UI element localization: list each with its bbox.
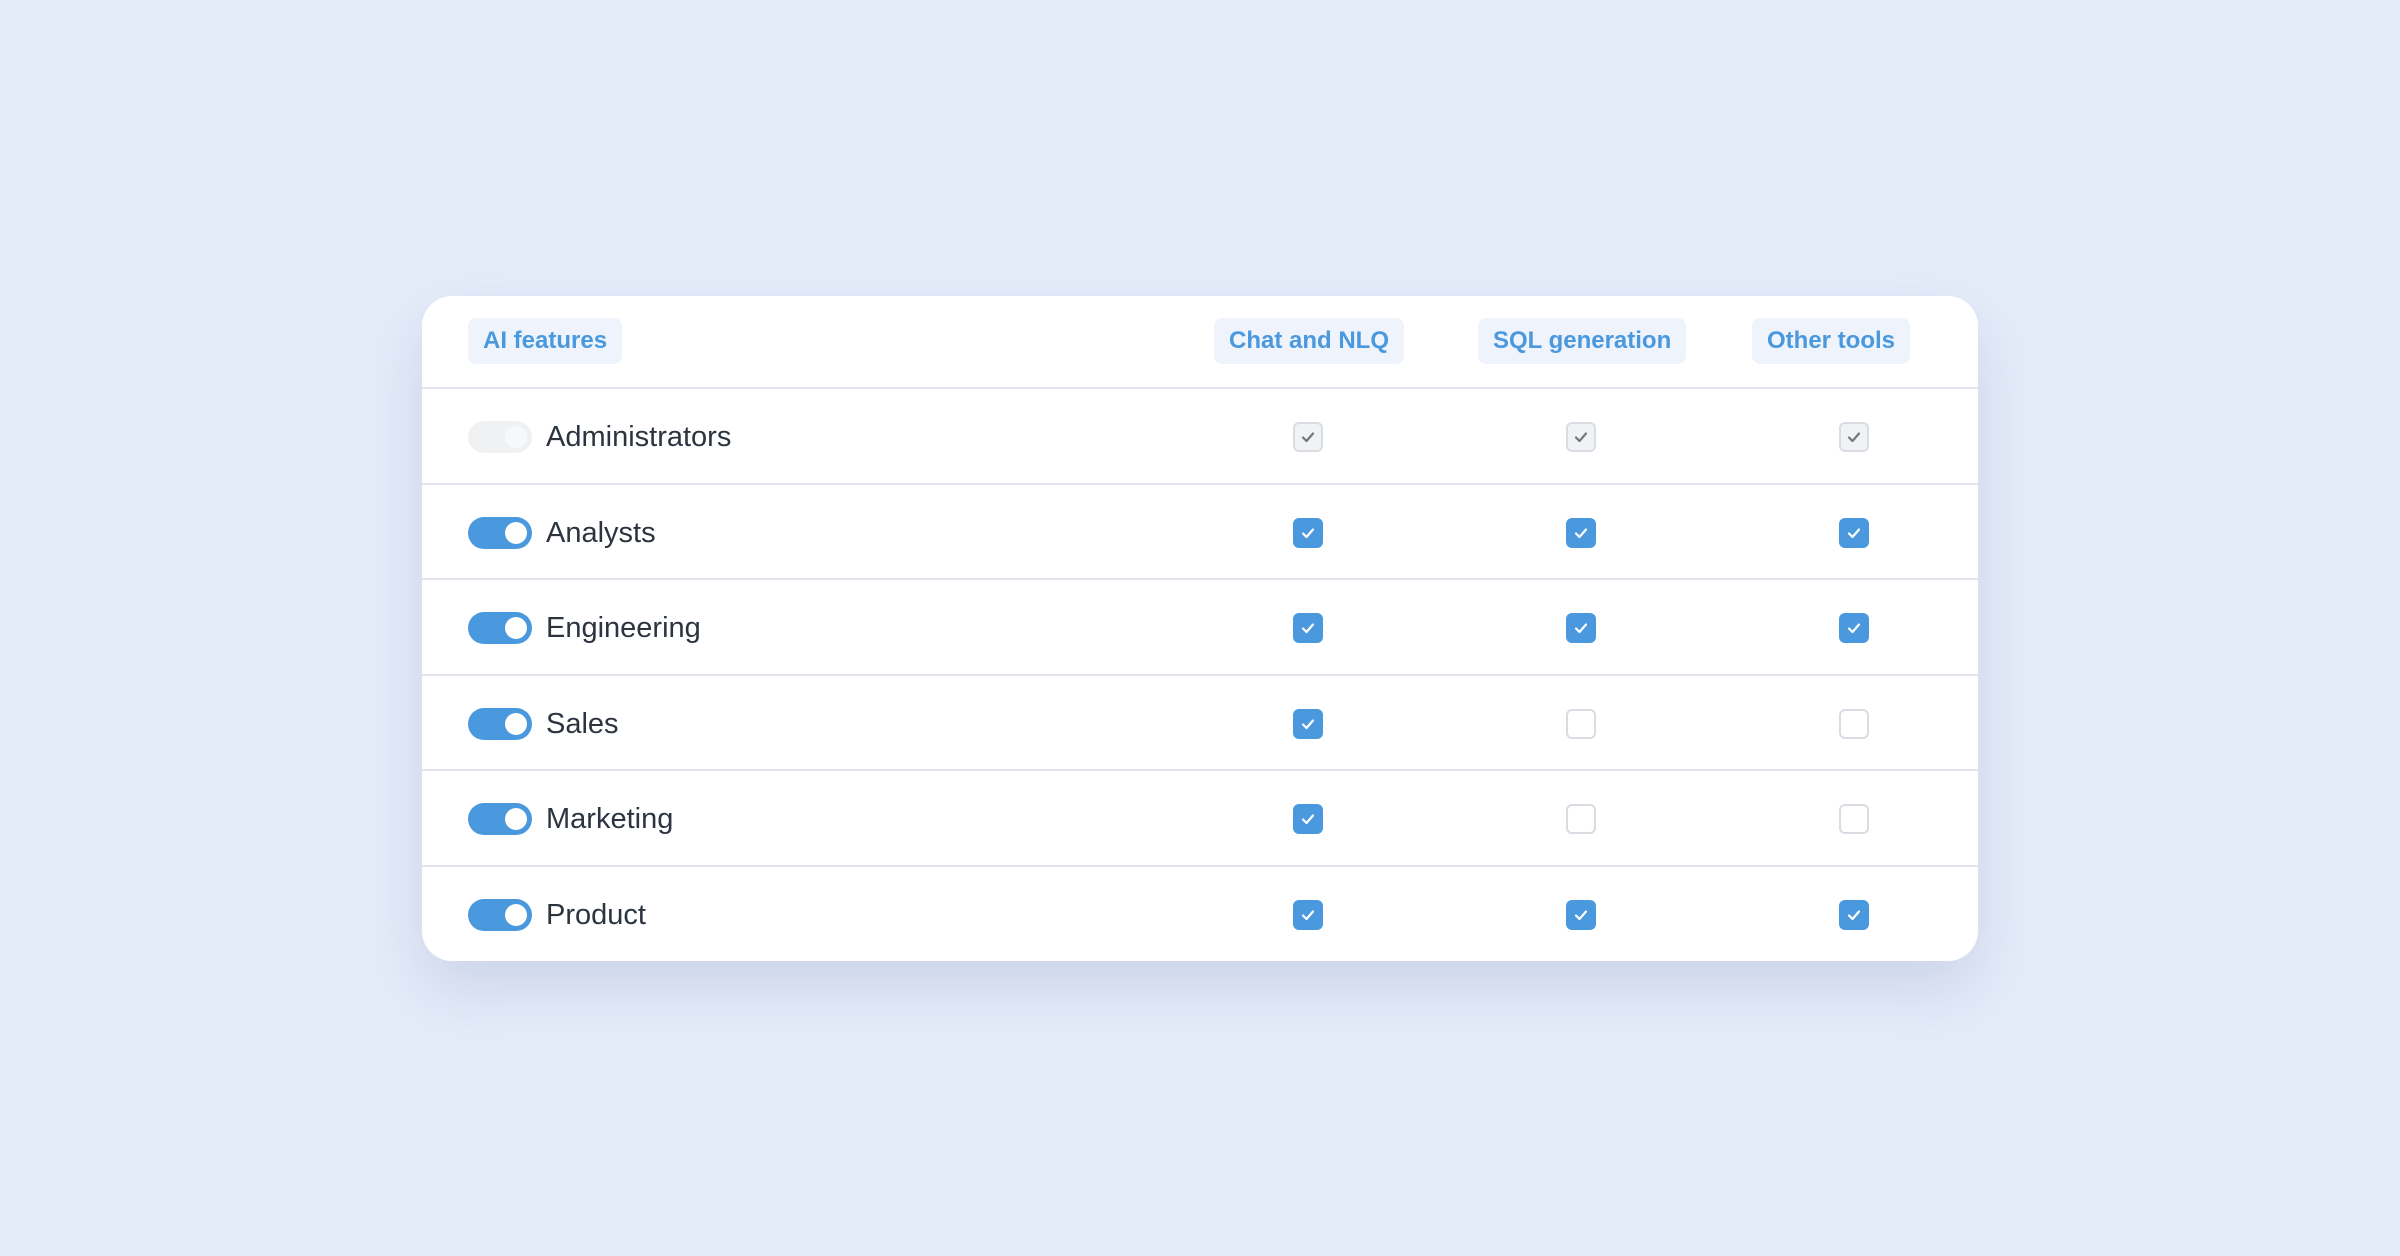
group-label: Product	[546, 898, 646, 931]
table-body: Administrators Analysts Engineering Sales Ma…	[422, 389, 1978, 961]
group-toggle-product[interactable]	[468, 898, 532, 931]
checkbox-administrators-sql-generation	[1566, 422, 1596, 452]
group-label: Administrators	[546, 421, 732, 453]
checkbox-product-sql-generation[interactable]	[1566, 899, 1596, 930]
column-header-chat-and-nlq: Chat and NLQ	[1214, 318, 1404, 364]
table-row: Product	[422, 867, 1978, 961]
checkmark-icon	[1572, 619, 1590, 637]
group-label: Sales	[546, 707, 619, 740]
checkmark-icon	[1845, 619, 1863, 637]
checkmark-icon	[1572, 906, 1590, 924]
checkbox-administrators-other-tools	[1839, 422, 1869, 452]
checkbox-analysts-chat-and-nlq[interactable]	[1293, 517, 1323, 548]
toggle-knob	[505, 712, 527, 735]
toggle-knob	[505, 617, 527, 640]
checkbox-sales-other-tools[interactable]	[1839, 708, 1869, 739]
group-label: Analysts	[546, 516, 656, 549]
group-toggle-engineering[interactable]	[468, 612, 532, 645]
table-row: Analysts	[422, 485, 1978, 581]
column-header-sql-generation: SQL generation	[1478, 318, 1687, 364]
table-row: Sales	[422, 676, 1978, 772]
ai-features-permissions-card: AI features Chat and NLQ SQL generation …	[422, 296, 1978, 961]
checkmark-icon	[1845, 524, 1863, 542]
table-row: Marketing	[422, 771, 1978, 867]
group-toggle-marketing[interactable]	[468, 803, 532, 836]
group-label: Engineering	[546, 612, 701, 645]
checkbox-product-chat-and-nlq[interactable]	[1293, 899, 1323, 930]
checkmark-icon	[1845, 428, 1863, 446]
checkbox-sales-chat-and-nlq[interactable]	[1293, 708, 1323, 739]
checkbox-sales-sql-generation[interactable]	[1566, 708, 1596, 739]
toggle-knob	[505, 808, 527, 831]
checkbox-analysts-other-tools[interactable]	[1839, 517, 1869, 548]
checkmark-icon	[1299, 619, 1317, 637]
checkmark-icon	[1299, 810, 1317, 828]
checkbox-marketing-chat-and-nlq[interactable]	[1293, 804, 1323, 835]
group-toggle-analysts[interactable]	[468, 516, 532, 549]
group-toggle-administrators	[468, 421, 532, 453]
checkmark-icon	[1299, 524, 1317, 542]
checkmark-icon	[1299, 906, 1317, 924]
checkbox-marketing-other-tools[interactable]	[1839, 804, 1869, 835]
checkmark-icon	[1845, 906, 1863, 924]
ai-features-header-chip: AI features	[468, 318, 623, 364]
group-toggle-sales[interactable]	[468, 707, 532, 740]
checkbox-engineering-sql-generation[interactable]	[1566, 613, 1596, 644]
checkbox-product-other-tools[interactable]	[1839, 899, 1869, 930]
checkbox-analysts-sql-generation[interactable]	[1566, 517, 1596, 548]
checkbox-marketing-sql-generation[interactable]	[1566, 804, 1596, 835]
toggle-knob	[505, 426, 527, 448]
table-header: AI features Chat and NLQ SQL generation …	[422, 296, 1978, 389]
checkmark-icon	[1572, 428, 1590, 446]
checkmark-icon	[1299, 715, 1317, 733]
table-row: Administrators	[422, 389, 1978, 485]
table-row: Engineering	[422, 580, 1978, 676]
checkmark-icon	[1299, 428, 1317, 446]
checkbox-administrators-chat-and-nlq	[1293, 422, 1323, 452]
column-header-other-tools: Other tools	[1752, 318, 1911, 364]
checkbox-engineering-chat-and-nlq[interactable]	[1293, 613, 1323, 644]
checkbox-engineering-other-tools[interactable]	[1839, 613, 1869, 644]
checkmark-icon	[1572, 524, 1590, 542]
toggle-knob	[505, 903, 527, 926]
toggle-knob	[505, 521, 527, 544]
group-label: Marketing	[546, 803, 674, 836]
